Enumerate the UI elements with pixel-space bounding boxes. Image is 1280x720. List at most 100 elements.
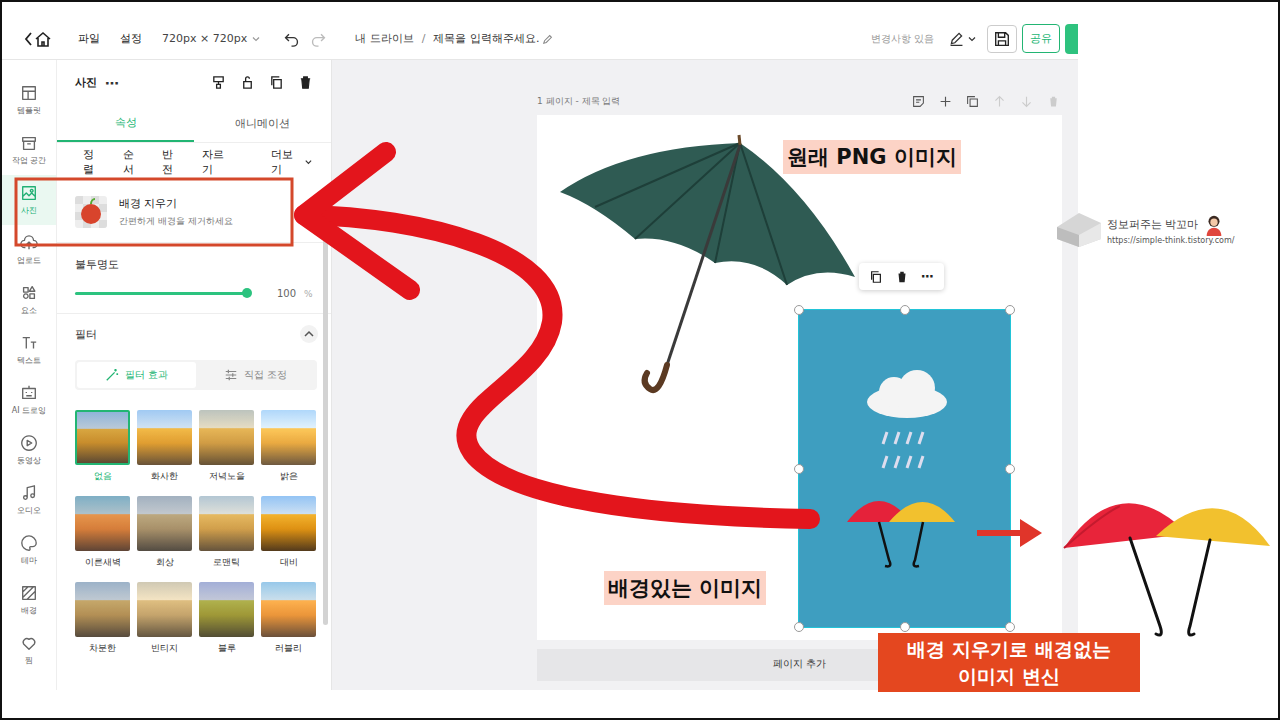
rail-icon bbox=[20, 284, 38, 302]
resize-handle[interactable] bbox=[794, 464, 804, 474]
rail-icon bbox=[20, 184, 38, 202]
resize-handle[interactable] bbox=[1005, 622, 1015, 632]
size-select[interactable]: 720px × 720px bbox=[162, 32, 261, 45]
chevron-down-icon bbox=[251, 34, 261, 44]
filter-thumbnail bbox=[261, 582, 316, 637]
filter-item[interactable]: 없음 bbox=[75, 410, 130, 483]
page-label[interactable]: 1 페이지 - 제목 입력 bbox=[537, 95, 620, 108]
copy-icon[interactable] bbox=[869, 270, 883, 284]
more-button[interactable]: ⋯ bbox=[105, 75, 119, 91]
more-button[interactable]: ⋯ bbox=[921, 269, 934, 284]
rail-item[interactable]: 배경 bbox=[2, 575, 56, 625]
save-button[interactable] bbox=[987, 25, 1017, 53]
tool-button[interactable]: 정렬 bbox=[83, 147, 103, 177]
result-label: 배경 지우기로 배경없는이미지 변신 bbox=[878, 633, 1140, 692]
lock-icon[interactable] bbox=[240, 75, 255, 90]
tool-button[interactable]: 순서 bbox=[123, 147, 143, 177]
filter-item[interactable]: 대비 bbox=[261, 496, 316, 569]
design-page[interactable]: 원래 PNG 이미지⋯배경있는 이미지 bbox=[537, 115, 1062, 640]
redo-icon[interactable] bbox=[310, 30, 327, 47]
breadcrumb-separator: / bbox=[422, 32, 426, 45]
add-icon[interactable] bbox=[939, 95, 952, 108]
rail-item[interactable]: 동영상 bbox=[2, 425, 56, 475]
opacity-value[interactable]: 100 bbox=[277, 288, 296, 299]
resize-handle[interactable] bbox=[1005, 464, 1015, 474]
tool-button[interactable]: 자르기 bbox=[202, 147, 231, 177]
download-button[interactable] bbox=[1065, 24, 1078, 54]
png-image-label: 원래 PNG 이미지 bbox=[783, 140, 961, 174]
rain-cloud-photo bbox=[799, 310, 1010, 627]
filter-item[interactable]: 이른새벽 bbox=[75, 496, 130, 569]
rail-item[interactable]: 요소 bbox=[2, 275, 56, 325]
resize-handle[interactable] bbox=[794, 622, 804, 632]
rail-item[interactable]: AI 드로잉 bbox=[2, 375, 56, 425]
panel-tab[interactable]: 속성 bbox=[57, 105, 194, 142]
opacity-slider[interactable] bbox=[75, 292, 247, 295]
tool-row: 정렬 순서 반전 자르기 더보기 bbox=[57, 143, 331, 181]
rail-item[interactable]: 테마 bbox=[2, 525, 56, 575]
note-icon[interactable] bbox=[912, 95, 925, 108]
rail-item[interactable]: 찜 bbox=[2, 625, 56, 675]
rail-item[interactable]: 작업 공간 bbox=[2, 125, 56, 175]
collapse-icon[interactable] bbox=[299, 324, 319, 344]
filter-thumbnail bbox=[261, 410, 316, 465]
filter-item[interactable]: 저녁노을 bbox=[199, 410, 254, 483]
rail-item[interactable]: 템플릿 bbox=[2, 75, 56, 125]
resize-handle[interactable] bbox=[794, 305, 804, 315]
document-title[interactable]: 제목을 입력해주세요. bbox=[433, 31, 539, 46]
more-tools-button[interactable]: 더보기 bbox=[271, 147, 300, 177]
filter-item[interactable]: 화사한 bbox=[137, 410, 192, 483]
trash-icon[interactable] bbox=[298, 75, 313, 90]
rail-item[interactable]: 사진 bbox=[2, 175, 56, 225]
move-down-icon[interactable] bbox=[1020, 95, 1033, 108]
undo-icon[interactable] bbox=[283, 30, 300, 47]
filter-item[interactable]: 로맨틱 bbox=[199, 496, 254, 569]
resize-handle[interactable] bbox=[900, 622, 910, 632]
trash-icon[interactable] bbox=[895, 270, 909, 284]
rail-item[interactable]: 텍스트 bbox=[2, 325, 56, 375]
background-remove-card[interactable]: 배경 지우기간편하게 배경을 제거하세요 bbox=[57, 181, 331, 243]
duplicate-icon[interactable] bbox=[966, 95, 979, 108]
share-button[interactable]: 공유 bbox=[1022, 24, 1060, 53]
rail-item[interactable]: 오디오 bbox=[2, 475, 56, 525]
slider-knob[interactable] bbox=[242, 288, 252, 298]
filter-mode[interactable]: 필터 효과 bbox=[77, 362, 196, 388]
background-photo[interactable] bbox=[799, 310, 1010, 627]
filter-item[interactable]: 빈티지 bbox=[137, 582, 192, 655]
breadcrumb-root[interactable]: 내 드라이브 bbox=[355, 31, 414, 46]
rail-item[interactable]: 업로드 bbox=[2, 225, 56, 275]
filter-item[interactable]: 블루 bbox=[199, 582, 254, 655]
rail-icon bbox=[20, 634, 38, 652]
filter-item[interactable]: 차분한 bbox=[75, 582, 130, 655]
pen-tool[interactable] bbox=[948, 30, 977, 47]
delete-page-icon[interactable] bbox=[1047, 95, 1060, 108]
menu-item[interactable]: 설정 bbox=[120, 31, 142, 46]
filter-item[interactable]: 회상 bbox=[137, 496, 192, 569]
filter-thumbnail bbox=[137, 410, 192, 465]
move-up-icon[interactable] bbox=[993, 95, 1006, 108]
filter-item[interactable]: 밝은 bbox=[261, 410, 316, 483]
opacity-section: 불투명도100% bbox=[57, 243, 331, 314]
filter-item[interactable]: 러블리 bbox=[261, 582, 316, 655]
small-arrow bbox=[977, 530, 1024, 536]
girl-avatar-icon bbox=[1203, 214, 1225, 236]
panel-header: 사진⋯ bbox=[57, 60, 331, 105]
pencil-icon[interactable] bbox=[542, 33, 554, 45]
resize-handle[interactable] bbox=[900, 305, 910, 315]
filter-mode-toggle: 필터 효과직접 조정 bbox=[75, 360, 317, 390]
rail-icon bbox=[20, 234, 38, 252]
panel-tab[interactable]: 애니메이션 bbox=[194, 105, 331, 142]
canvas-workspace: 1 페이지 - 제목 입력원래 PNG 이미지⋯배경있는 이미지페이지 추가 bbox=[332, 60, 1078, 690]
filter-header[interactable]: 필터 bbox=[57, 314, 331, 354]
filter-mode[interactable]: 직접 조정 bbox=[196, 362, 315, 388]
filter-thumbnail bbox=[261, 496, 316, 551]
annotation-overlay bbox=[2, 2, 1280, 720]
menu-item[interactable]: 파일 bbox=[78, 31, 100, 46]
paint-format-icon[interactable] bbox=[211, 75, 226, 90]
back-home-icon[interactable] bbox=[24, 29, 52, 49]
copy-icon[interactable] bbox=[269, 75, 284, 90]
panel-scrollbar[interactable] bbox=[323, 205, 328, 625]
resize-handle[interactable] bbox=[1005, 305, 1015, 315]
tool-button[interactable]: 반전 bbox=[162, 147, 182, 177]
panel-tabs: 속성애니메이션 bbox=[57, 105, 331, 143]
